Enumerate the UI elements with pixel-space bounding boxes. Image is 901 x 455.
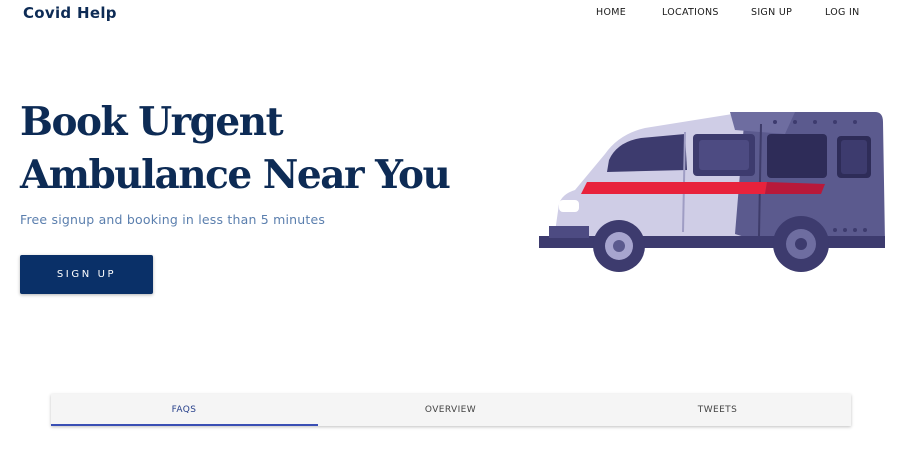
ambulance-red-stripe bbox=[581, 182, 767, 194]
hero-title-line-2: Ambulance Near You bbox=[20, 152, 451, 198]
nav-log-in[interactable]: LOG IN bbox=[825, 7, 860, 18]
nav-sign-up[interactable]: SIGN UP bbox=[751, 7, 792, 18]
active-tab-indicator bbox=[51, 424, 318, 426]
ambulance-van-icon bbox=[539, 112, 885, 272]
hero-subtitle: Free signup and booking in less than 5 m… bbox=[20, 212, 326, 227]
ambulance-rear-wheel bbox=[773, 216, 829, 272]
sign-up-button[interactable]: SIGN UP bbox=[20, 255, 153, 294]
content-tabs: FAQS OVERVIEW TWEETS bbox=[51, 394, 851, 426]
top-nav: HOME LOCATIONS SIGN UP LOG IN bbox=[0, 7, 901, 21]
tab-overview[interactable]: OVERVIEW bbox=[317, 394, 584, 426]
tab-tweets[interactable]: TWEETS bbox=[584, 394, 851, 426]
hero-title: Book Urgent Ambulance Near You bbox=[20, 96, 451, 202]
nav-locations[interactable]: LOCATIONS bbox=[662, 7, 719, 18]
nav-home[interactable]: HOME bbox=[596, 7, 626, 18]
tab-faqs[interactable]: FAQS bbox=[51, 394, 317, 426]
hero-title-line-1: Book Urgent bbox=[20, 99, 284, 145]
ambulance-front-wheel bbox=[593, 220, 645, 272]
